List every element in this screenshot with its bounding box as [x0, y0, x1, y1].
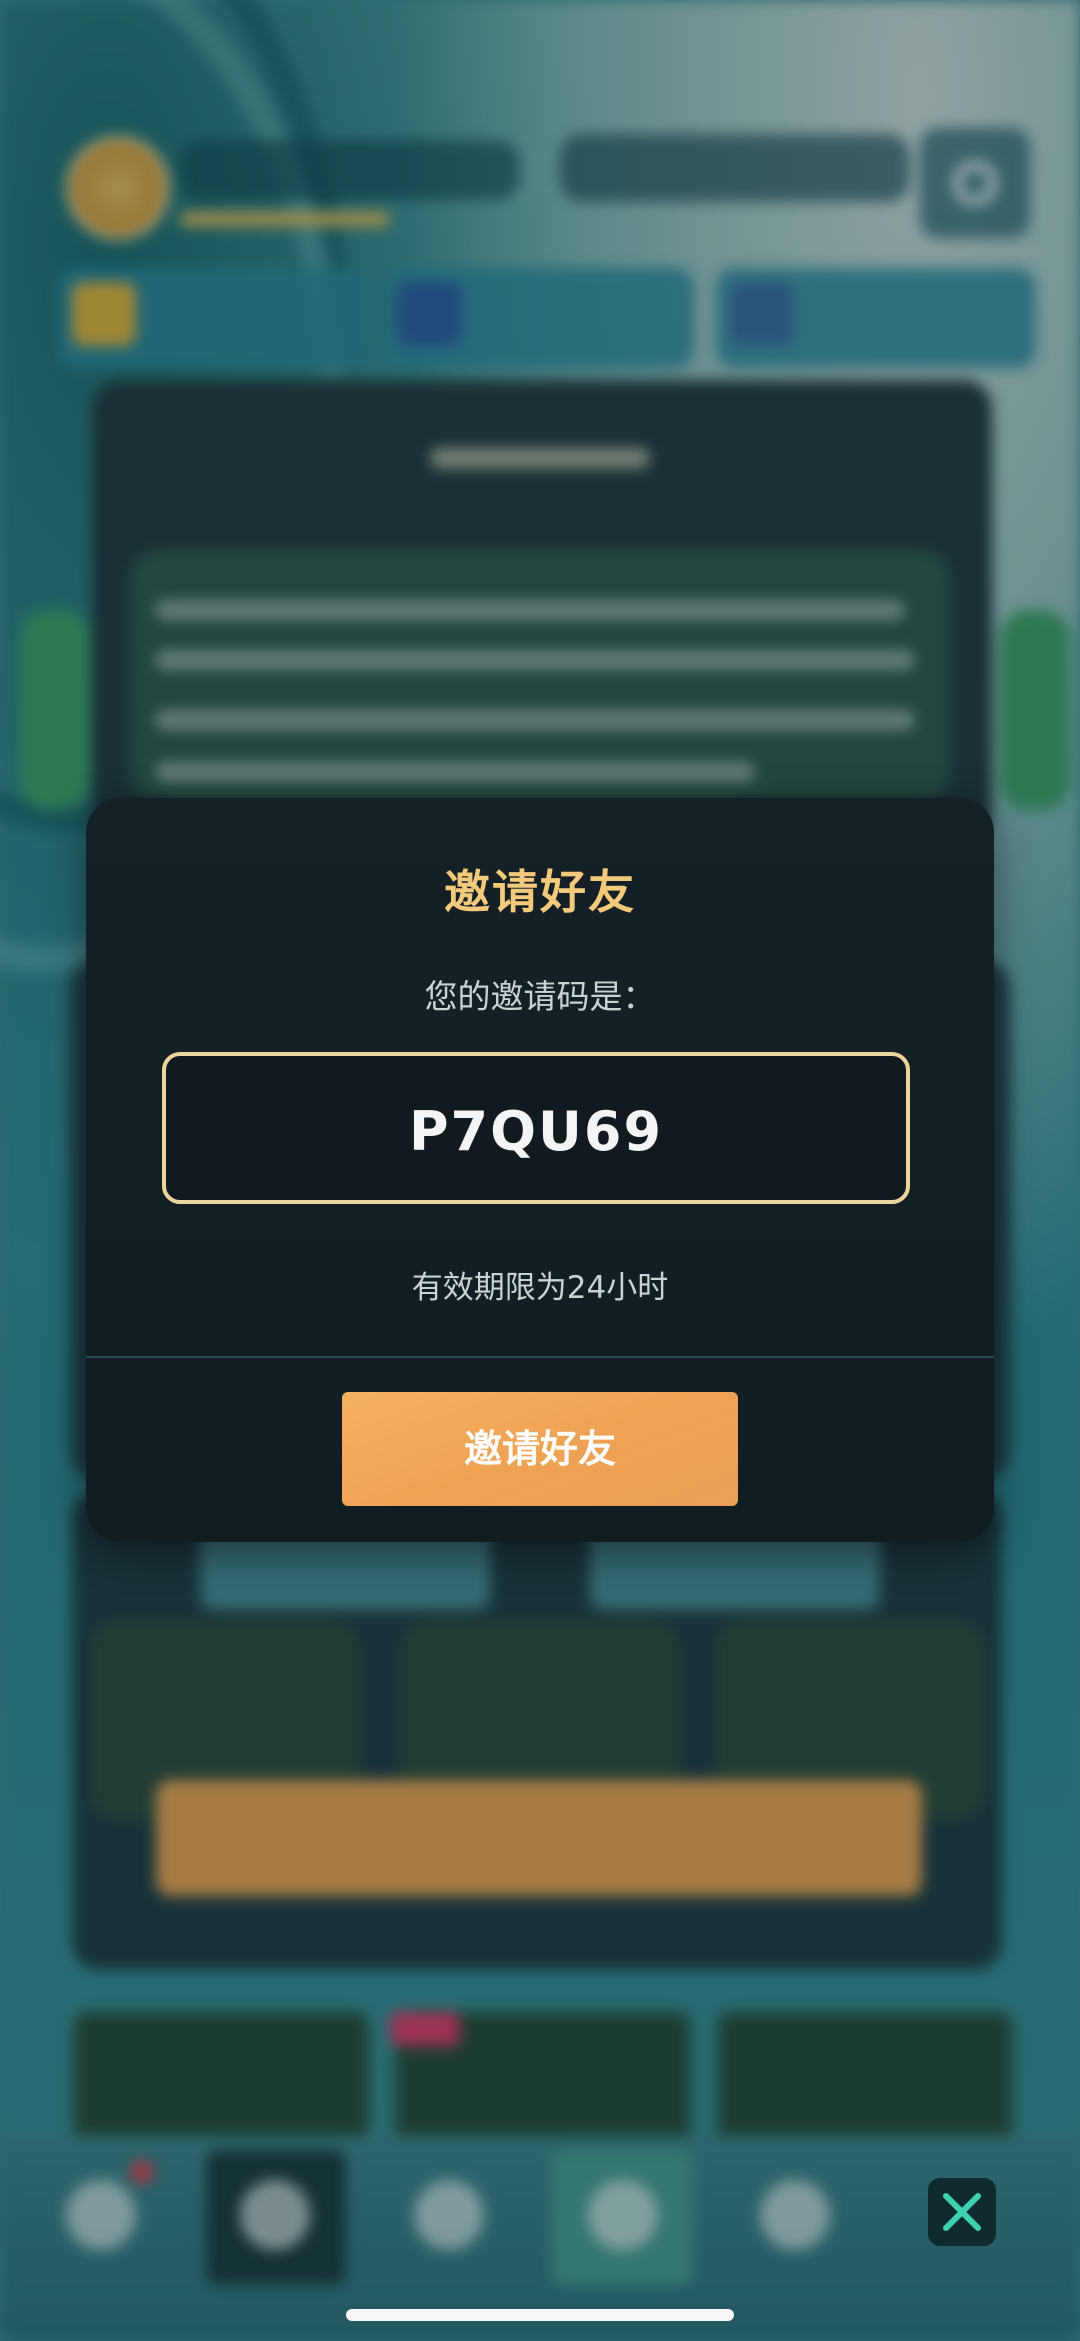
close-button[interactable]	[928, 2178, 996, 2246]
validity-text: 有效期限为24小时	[411, 1270, 669, 1306]
dialog-divider	[86, 1356, 994, 1358]
invite-code-value: P7QU69	[408, 1100, 664, 1163]
close-icon	[943, 2193, 981, 2231]
invite-friends-dialog: 邀请好友 您的邀请码是： P7QU69 有效期限为24小时 邀请好友	[86, 798, 994, 1542]
home-indicator	[346, 2309, 734, 2321]
dialog-title: 邀请好友	[444, 865, 636, 919]
invite-code-box[interactable]: P7QU69	[162, 1052, 910, 1204]
invite-code-caption: 您的邀请码是：	[424, 977, 656, 1016]
invite-friends-button[interactable]: 邀请好友	[342, 1392, 738, 1506]
